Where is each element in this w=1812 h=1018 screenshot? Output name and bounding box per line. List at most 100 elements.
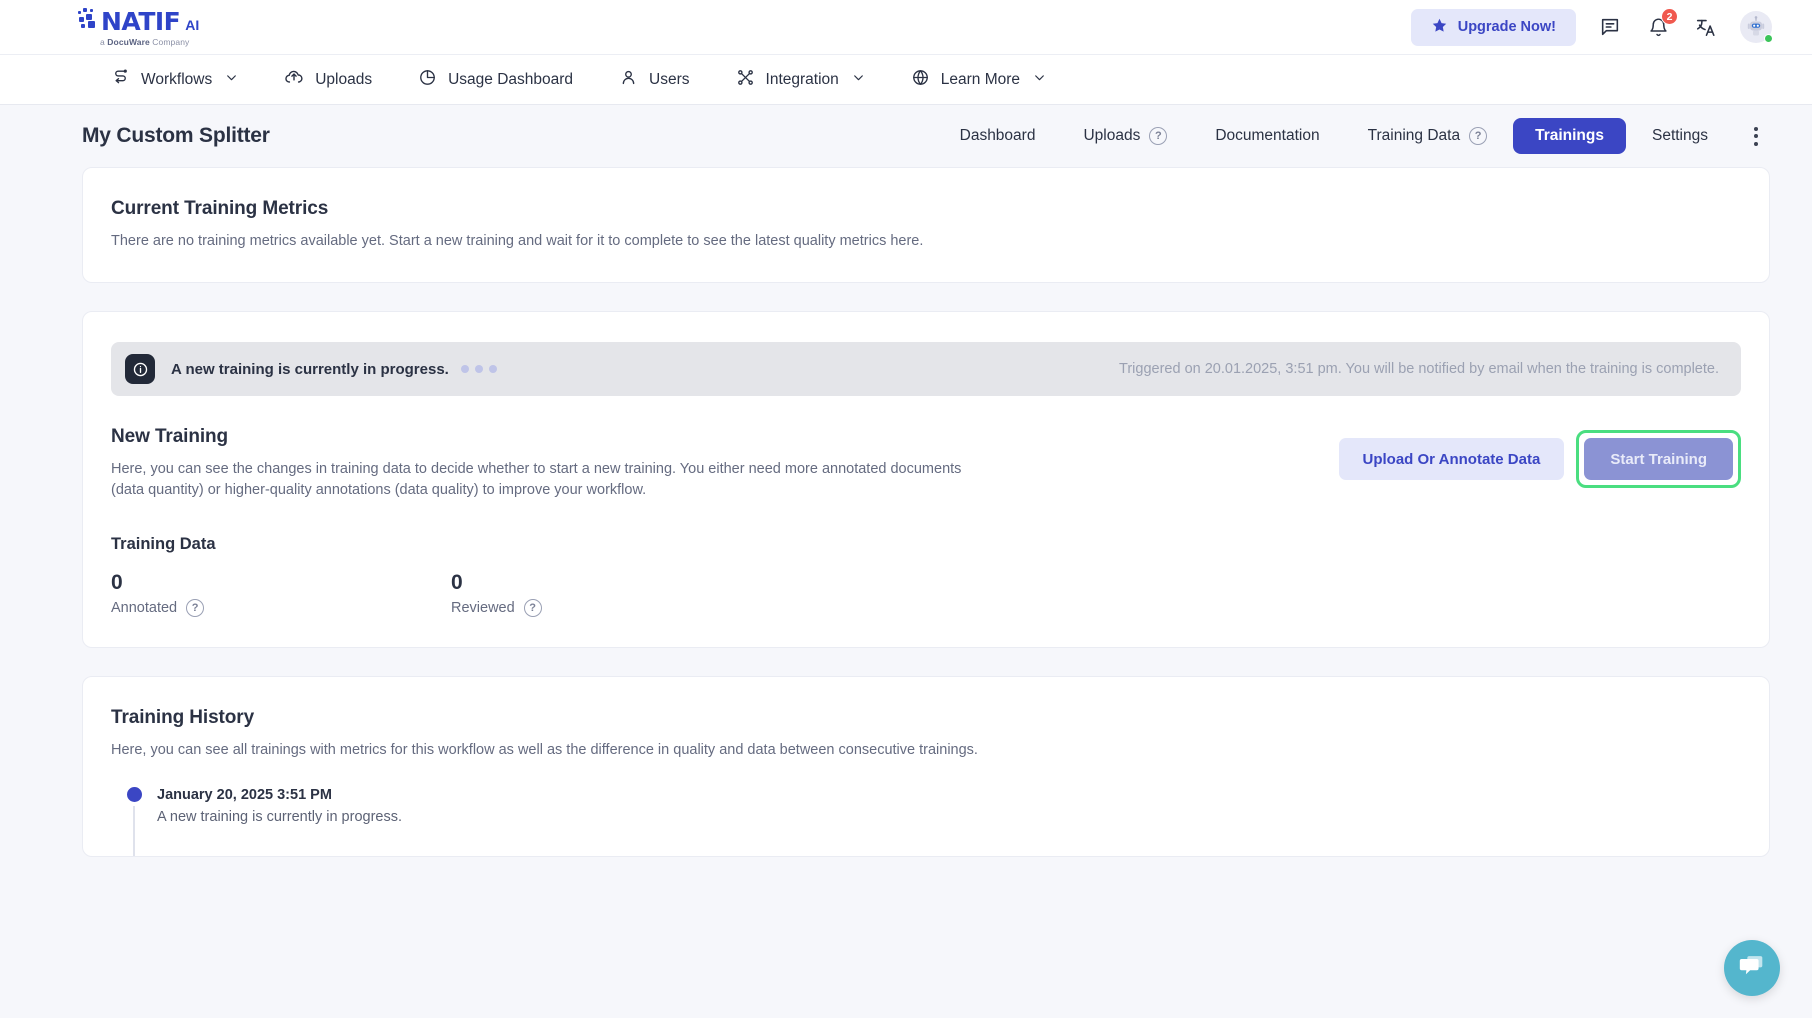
- chat-widget-button[interactable]: [1724, 940, 1780, 996]
- current-training-metrics-card: Current Training Metrics There are no tr…: [82, 167, 1770, 284]
- tab-label-uploads: Uploads: [1083, 127, 1141, 144]
- nav-item-usage-dashboard[interactable]: Usage Dashboard: [395, 55, 596, 104]
- help-icon[interactable]: ?: [1469, 127, 1488, 145]
- natif-logo[interactable]: NATIF AI a DocuWare Company: [78, 7, 199, 47]
- chat-bubbles-icon: [1737, 951, 1767, 986]
- nav-item-users[interactable]: Users: [596, 55, 712, 104]
- stat-reviewed-label: Reviewed: [451, 600, 515, 617]
- nav-label-uploads: Uploads: [315, 70, 373, 88]
- info-icon: [125, 354, 155, 385]
- upload-or-annotate-data-button[interactable]: Upload Or Annotate Data: [1338, 438, 1565, 481]
- integration-nodes-icon: [736, 68, 755, 92]
- tab-label-dashboard: Dashboard: [959, 127, 1036, 144]
- timeline-entry-date: January 20, 2025 3:51 PM: [157, 787, 332, 804]
- new-training-card: A new training is currently in progress.…: [82, 311, 1770, 649]
- timeline-entry-description: A new training is currently in progress.: [157, 809, 402, 826]
- chevron-down-icon: [225, 71, 238, 89]
- tab-settings[interactable]: Settings: [1630, 118, 1730, 154]
- stat-reviewed-label-row: Reviewed ?: [451, 599, 791, 618]
- stat-annotated: 0 Annotated ?: [111, 570, 451, 618]
- stat-annotated-label: Annotated: [111, 600, 178, 617]
- avatar[interactable]: [1740, 11, 1773, 43]
- nav-label-integration: Integration: [765, 70, 839, 88]
- new-training-actions: Upload Or Annotate Data Start Training: [1338, 426, 1741, 489]
- tab-label-training-data: Training Data: [1367, 127, 1461, 144]
- upgrade-now-label: Upgrade Now!: [1457, 19, 1556, 35]
- help-icon[interactable]: ?: [523, 599, 542, 618]
- chevron-down-icon: [852, 71, 865, 89]
- tab-label-settings: Settings: [1651, 127, 1708, 144]
- workflows-icon: [111, 68, 130, 92]
- upgrade-now-button[interactable]: Upgrade Now!: [1410, 8, 1576, 46]
- nav-label-users: Users: [649, 70, 690, 88]
- timeline-dot-icon: [126, 787, 142, 803]
- header-actions: Upgrade Now! 2: [1410, 8, 1773, 46]
- kebab-menu-icon[interactable]: [1742, 119, 1770, 154]
- logo-name: NATIF: [101, 7, 181, 36]
- nav-item-integration[interactable]: Integration: [713, 55, 888, 104]
- online-status-dot: [1764, 34, 1773, 43]
- globe-icon: [911, 68, 930, 92]
- new-training-description: Here, you can see the changes in trainin…: [111, 461, 962, 499]
- logo-mark: NATIF AI: [78, 7, 199, 36]
- star-icon: [1431, 17, 1448, 38]
- page-tabs: Dashboard Uploads ? Documentation Traini…: [938, 118, 1770, 154]
- metrics-card-title: Current Training Metrics: [111, 198, 329, 219]
- page-title: My Custom Splitter: [82, 124, 270, 147]
- top-header: NATIF AI a DocuWare Company Upgrade Now!…: [0, 0, 1812, 55]
- page-content: Current Training Metrics There are no tr…: [0, 167, 1812, 858]
- training-history-title: Training History: [111, 707, 255, 729]
- nav-item-uploads[interactable]: Uploads: [261, 55, 395, 104]
- tab-label-documentation: Documentation: [1215, 127, 1320, 144]
- page-header: My Custom Splitter Dashboard Uploads ? D…: [0, 105, 1812, 167]
- training-progress-banner: A new training is currently in progress.…: [111, 342, 1741, 397]
- notification-badge: 2: [1661, 8, 1678, 25]
- translate-icon[interactable]: [1692, 13, 1720, 41]
- user-icon: [619, 68, 638, 92]
- new-training-header-row: New Training Here, you can see the chang…: [111, 426, 1741, 501]
- tab-dashboard[interactable]: Dashboard: [938, 118, 1058, 154]
- tab-documentation[interactable]: Documentation: [1193, 118, 1341, 154]
- help-icon[interactable]: ?: [186, 599, 205, 618]
- tab-trainings[interactable]: Trainings: [1513, 118, 1626, 154]
- stat-annotated-value: 0: [111, 571, 123, 595]
- cloud-upload-icon: [284, 67, 304, 92]
- banner-meta: Triggered on 20.01.2025, 3:51 pm. You wi…: [1119, 361, 1719, 378]
- pie-chart-icon: [418, 68, 437, 92]
- nav-label-learn-more: Learn More: [940, 70, 1021, 88]
- nav-item-workflows[interactable]: Workflows: [88, 55, 261, 104]
- training-history-entry[interactable]: January 20, 2025 3:51 PM A new training …: [111, 787, 1741, 857]
- training-data-stats: 0 Annotated ? 0 Reviewed ?: [111, 570, 1741, 618]
- main-navigation: Workflows Uploads Usage Dashboard Users: [0, 55, 1812, 105]
- message-icon[interactable]: [1596, 13, 1624, 41]
- timeline-content: January 20, 2025 3:51 PM A new training …: [157, 787, 402, 856]
- logo-tagline: a DocuWare Company: [78, 37, 199, 47]
- help-icon[interactable]: ?: [1149, 127, 1168, 145]
- loading-dots-icon: [460, 365, 497, 374]
- training-history-card: Training History Here, you can see all t…: [82, 676, 1770, 858]
- nav-label-usage-dashboard: Usage Dashboard: [448, 70, 574, 88]
- tagline-brand: DocuWare: [107, 37, 150, 47]
- new-training-title: New Training: [111, 426, 229, 448]
- tab-label-trainings: Trainings: [1535, 127, 1604, 144]
- banner-message: A new training is currently in progress.: [171, 360, 449, 378]
- start-training-button[interactable]: Start Training: [1584, 438, 1733, 481]
- timeline-marker: [111, 787, 157, 857]
- training-data-label: Training Data: [111, 535, 216, 554]
- bell-icon[interactable]: 2: [1644, 8, 1678, 41]
- training-history-description: Here, you can see all trainings with met…: [111, 742, 978, 759]
- timeline-connector: [133, 806, 135, 857]
- stat-reviewed-value: 0: [451, 571, 463, 595]
- tagline-suffix: Company: [149, 37, 190, 47]
- stat-reviewed: 0 Reviewed ?: [451, 570, 791, 618]
- tab-uploads[interactable]: Uploads ?: [1061, 118, 1189, 154]
- metrics-card-description: There are no training metrics available …: [111, 233, 924, 249]
- new-training-text: New Training Here, you can see the chang…: [111, 426, 991, 501]
- nav-label-workflows: Workflows: [141, 70, 213, 88]
- logo-dots-icon: [78, 8, 100, 30]
- stat-annotated-label-row: Annotated ?: [111, 599, 451, 618]
- chevron-down-icon: [1033, 71, 1046, 89]
- tab-training-data[interactable]: Training Data ?: [1346, 118, 1509, 154]
- nav-item-learn-more[interactable]: Learn More: [888, 55, 1069, 104]
- logo-suffix: AI: [185, 17, 200, 33]
